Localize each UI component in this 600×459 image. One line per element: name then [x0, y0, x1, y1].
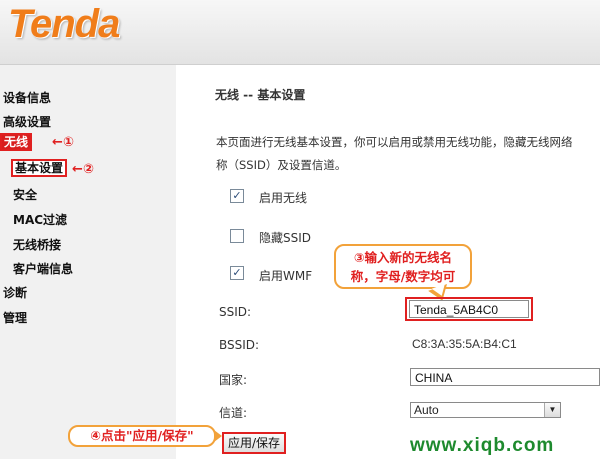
header-bar: Tenda [0, 0, 600, 65]
channel-select-value: Auto [414, 403, 439, 417]
sidebar-item-advanced[interactable]: 高级设置 [3, 113, 51, 130]
annotation-step-1: ←① [52, 135, 74, 150]
country-label: 国家: [219, 373, 248, 387]
description-line-1: 本页面进行无线基本设置，你可以启用或禁用无线功能，隐藏无线网络 [216, 135, 573, 149]
description-line-2: 称（SSID）及设置信道。 [216, 158, 347, 172]
sidebar-item-client-info[interactable]: 客户端信息 [13, 260, 73, 277]
sidebar-item-security[interactable]: 安全 [13, 186, 37, 203]
enable-wmf-checkbox[interactable]: ✓ [230, 266, 244, 280]
hide-ssid-checkbox[interactable] [230, 229, 244, 243]
sidebar-item-mac-filter[interactable]: MAC过滤 [13, 211, 67, 228]
ssid-input[interactable]: Tenda_5AB4C0 [409, 300, 529, 318]
annotation-step-2: ←② [72, 162, 94, 177]
ssid-callout-line-2: 称，字母/数字均可 [350, 269, 456, 284]
channel-label: 信道: [219, 406, 248, 420]
apply-callout-arrow [214, 430, 222, 442]
sidebar-item-wireless[interactable]: 无线 [0, 133, 33, 151]
hide-ssid-label: 隐藏SSID [259, 231, 312, 245]
sidebar-item-wireless-bridge[interactable]: 无线桥接 [13, 236, 61, 253]
apply-save-button[interactable]: 应用/保存 [222, 432, 286, 454]
ssid-callout-line-1: ③输入新的无线名 [353, 250, 453, 265]
sidebar-item-device-info[interactable]: 设备信息 [3, 89, 51, 106]
site-watermark: www.xiqb.com [410, 435, 555, 456]
page-description: 本页面进行无线基本设置，你可以启用或禁用无线功能，隐藏无线网络 称（SSID）及… [216, 131, 600, 177]
enable-wireless-checkbox[interactable]: ✓ [230, 189, 244, 203]
sidebar-item-management[interactable]: 管理 [3, 309, 27, 326]
chevron-down-icon[interactable]: ▼ [544, 403, 560, 417]
sidebar-item-basic-settings[interactable]: 基本设置 [11, 159, 68, 177]
sidebar-item-basic-settings-label: 基本设置 [11, 159, 68, 177]
enable-wireless-label: 启用无线 [259, 191, 308, 205]
enable-wmf-label: 启用WMF [259, 269, 313, 283]
ssid-callout: ③输入新的无线名 称，字母/数字均可 [334, 244, 472, 289]
bssid-label: BSSID: [219, 338, 260, 352]
apply-callout: ④点击"应用/保存" [68, 425, 216, 447]
country-field[interactable]: CHINA [410, 368, 600, 386]
bssid-value: C8:3A:35:5A:B4:C1 [412, 337, 517, 351]
channel-select[interactable]: Auto ▼ [410, 402, 561, 418]
sidebar-item-diagnostics[interactable]: 诊断 [3, 284, 27, 301]
sidebar-item-wireless-label: 无线 [0, 133, 33, 151]
tenda-logo: Tenda [8, 2, 120, 46]
page-title: 无线 -- 基本设置 [215, 88, 306, 102]
ssid-label: SSID: [219, 305, 252, 319]
